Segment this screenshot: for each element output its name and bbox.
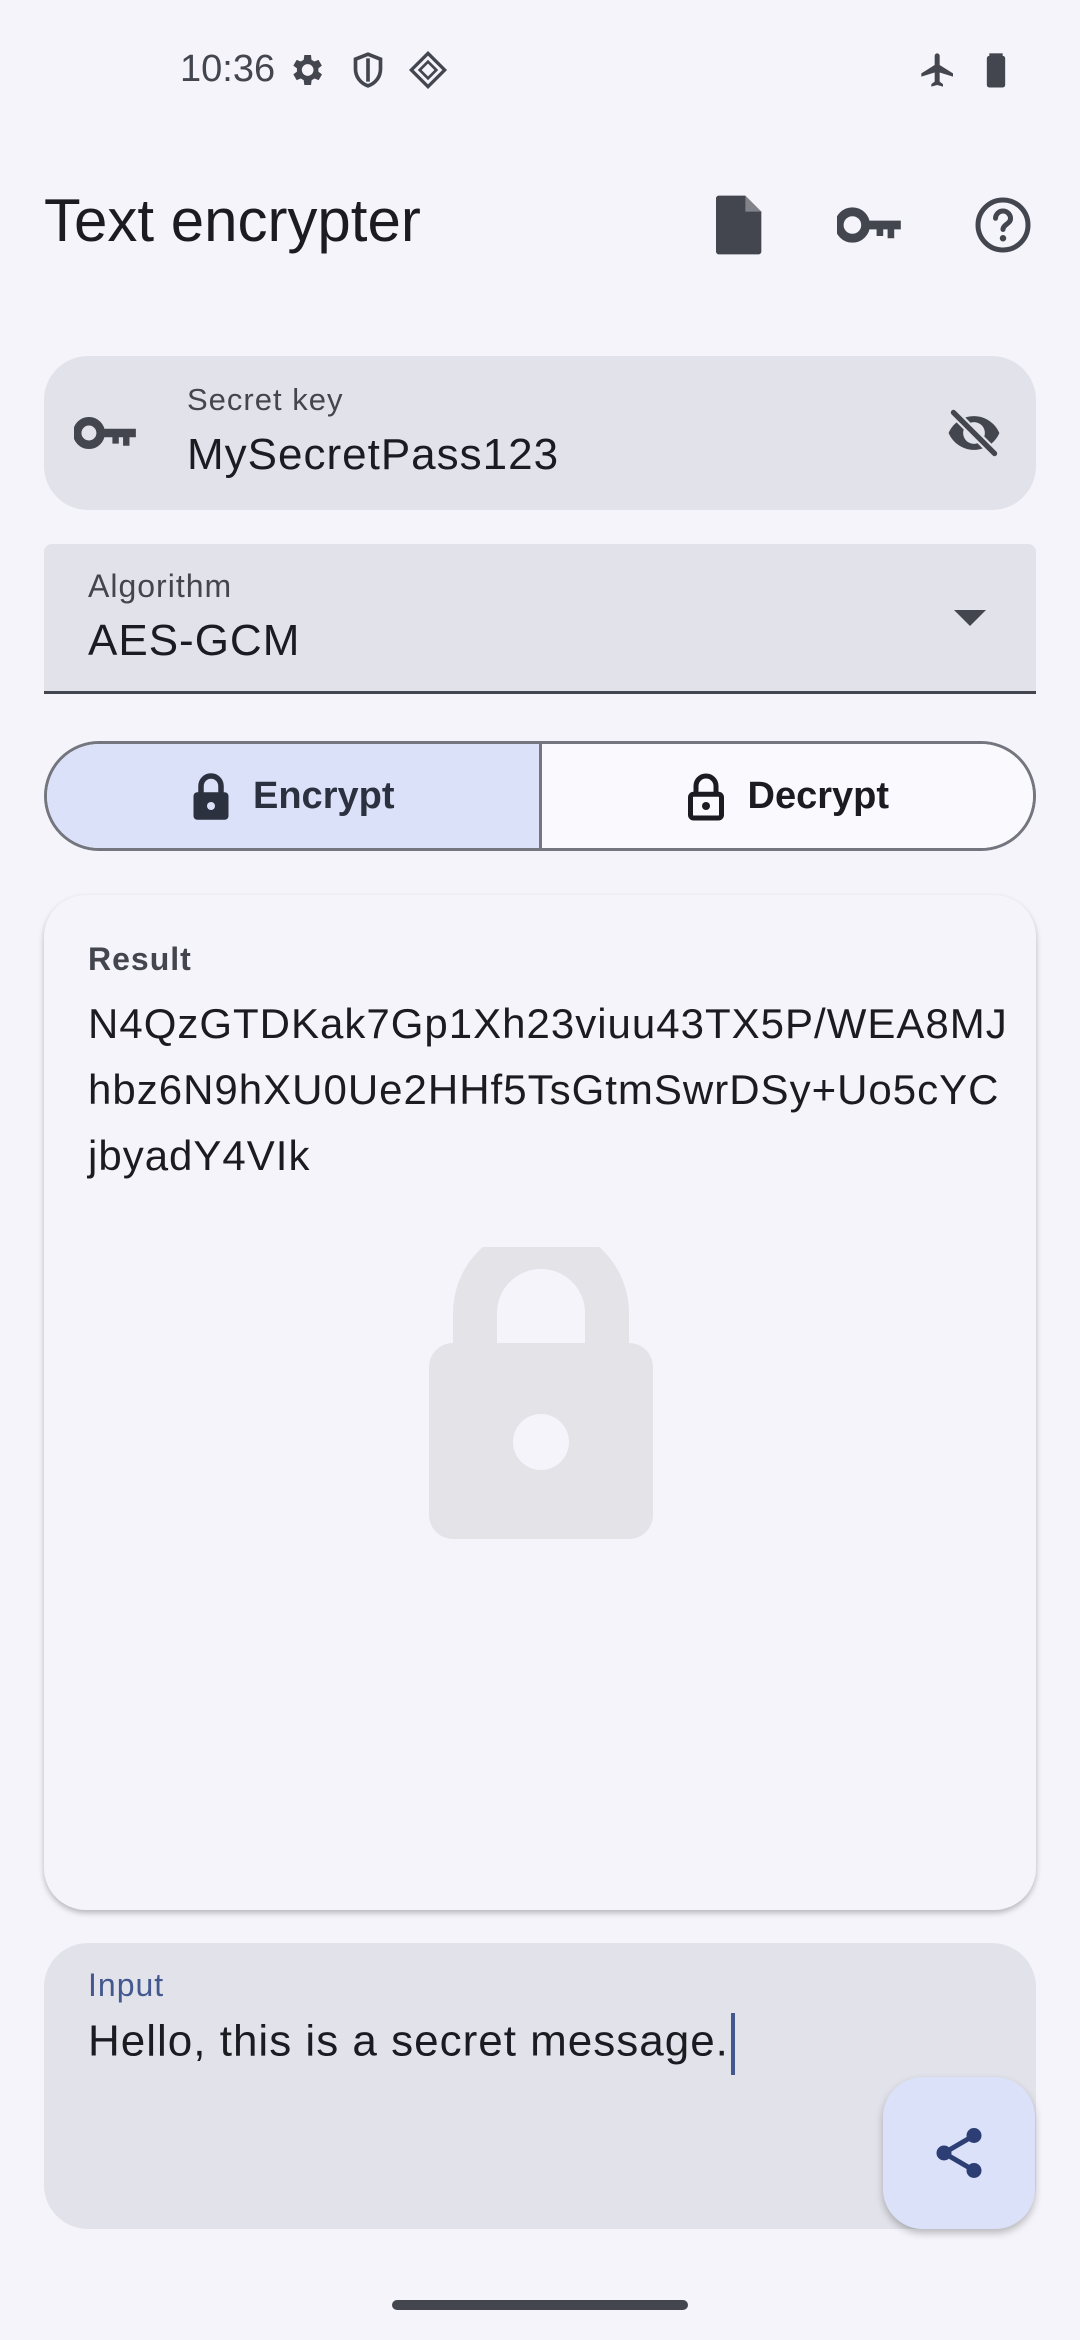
file-icon bbox=[716, 195, 762, 255]
home-indicator[interactable] bbox=[392, 2300, 688, 2310]
file-button[interactable] bbox=[695, 180, 785, 270]
algorithm-label: Algorithm bbox=[88, 568, 233, 604]
visibility-off-icon[interactable] bbox=[942, 404, 1006, 462]
help-icon bbox=[975, 197, 1031, 253]
lock-open-icon bbox=[687, 773, 724, 821]
lock-icon bbox=[429, 1247, 653, 1539]
decrypt-button[interactable]: Decrypt bbox=[538, 744, 1033, 848]
app-title: Text encrypter bbox=[44, 187, 421, 254]
decrypt-label: Decrypt bbox=[747, 774, 890, 817]
secret-key-value[interactable]: MySecretPass123 bbox=[187, 430, 559, 480]
input-value: Hello, this is a secret message. bbox=[88, 2016, 729, 2066]
dropdown-arrow-icon bbox=[954, 610, 986, 626]
key-icon bbox=[72, 406, 138, 460]
mode-selector: Encrypt Decrypt bbox=[44, 741, 1036, 851]
shield-icon bbox=[348, 50, 388, 90]
text-cursor bbox=[730, 2013, 735, 2075]
encrypt-button[interactable]: Encrypt bbox=[47, 744, 539, 848]
status-bar: 10:36 bbox=[0, 0, 1080, 140]
help-button[interactable] bbox=[958, 180, 1048, 270]
algorithm-value: AES-GCM bbox=[88, 616, 301, 665]
secret-key-field[interactable]: Secret key MySecretPass123 bbox=[44, 356, 1036, 510]
encrypt-label: Encrypt bbox=[253, 774, 395, 817]
key-button[interactable] bbox=[825, 180, 915, 270]
result-card: Result N4QzGTDKak7Gp1Xh23viuu43TX5P/WEA8… bbox=[44, 895, 1036, 1910]
algorithm-dropdown[interactable]: Algorithm AES-GCM bbox=[44, 544, 1036, 694]
lock-icon bbox=[193, 773, 229, 820]
share-button[interactable] bbox=[883, 2077, 1035, 2229]
input-text[interactable]: Hello, this is a secret message. bbox=[88, 2013, 735, 2075]
airplane-icon bbox=[918, 50, 958, 90]
input-label: Input bbox=[88, 1967, 165, 2003]
share-icon bbox=[936, 2128, 982, 2178]
vpn-diamond-icon bbox=[408, 50, 448, 90]
secret-key-label: Secret key bbox=[187, 382, 344, 417]
status-time: 10:36 bbox=[180, 48, 276, 90]
battery-icon bbox=[976, 50, 1016, 90]
result-text[interactable]: N4QzGTDKak7Gp1Xh23viuu43TX5P/WEA8MJhbz6N… bbox=[88, 991, 1008, 1189]
result-label: Result bbox=[88, 941, 192, 977]
gear-icon bbox=[286, 50, 326, 90]
key-icon bbox=[837, 207, 901, 243]
